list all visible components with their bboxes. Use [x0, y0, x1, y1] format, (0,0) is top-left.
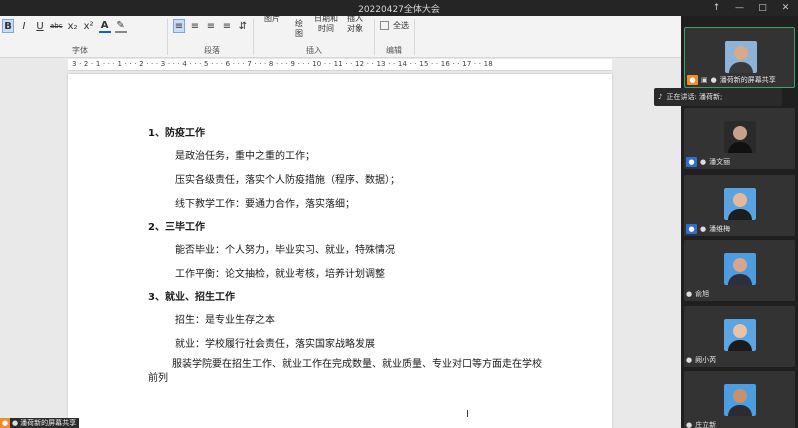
group-paragraph-label: 段落 — [204, 46, 220, 55]
avatar — [724, 253, 756, 285]
mic-icon: ● — [12, 419, 19, 427]
mic-icon: ● — [686, 290, 693, 298]
title-bar: 20220427全体大会 ↑ — □ ✕ — [0, 0, 798, 16]
align-right-icon[interactable]: ≡ — [205, 19, 217, 33]
participant-name: 庄立新 — [695, 421, 717, 428]
speaking-indicator: ♪ 正在讲话: 潘荷新; — [654, 88, 782, 106]
bold-icon[interactable]: B — [2, 19, 14, 33]
doc-line: 是政治任务，重中之重的工作； — [175, 151, 315, 162]
separator — [253, 19, 254, 55]
participant-tile[interactable]: ● 阙小芮 — [684, 306, 795, 367]
window-title: 20220427全体大会 — [358, 5, 440, 15]
separator — [414, 19, 415, 55]
participant-name: 潘文丽 — [709, 158, 731, 166]
doc-line: 工作平衡：论文抽检，就业考核，培养计划调整 — [175, 269, 385, 280]
section-heading: 1、防疫工作 — [148, 128, 205, 139]
mic-icon: ● — [700, 225, 707, 233]
maximize-button[interactable]: □ — [756, 1, 769, 14]
underline-icon[interactable]: U — [34, 19, 46, 33]
highlight-icon[interactable]: ✎ — [114, 19, 127, 33]
insert-picture-button[interactable]: 图片 — [262, 16, 282, 24]
section-heading: 3、就业、招生工作 — [148, 292, 235, 303]
doc-paragraph: 服装学院要在招生工作、就业工作在完成数量、就业质量、专业对口等方面走在学校前列 — [148, 359, 542, 384]
participant-name: 潘荷新的屏幕共享 — [719, 76, 776, 84]
meeting-window: 20220427全体大会 ↑ — □ ✕ B I U abc x₂ x² A ✎… — [0, 0, 798, 428]
pin-top-button[interactable]: ↑ — [710, 1, 723, 14]
insert-datetime-button[interactable]: 日期和时间 — [314, 16, 338, 34]
doc-line: 压实各级责任，落实个人防疫措施（程序、数据）； — [175, 175, 400, 186]
italic-icon[interactable]: I — [18, 19, 30, 33]
participant-name-bar: ● ▣ ● 潘荷新的屏幕共享 — [687, 75, 776, 85]
participant-name-bar: ● ● 潘维梅 — [686, 224, 730, 234]
window-controls: ↑ — □ ✕ — [710, 1, 792, 14]
screen-share-tag: ● ● 潘荷新的屏幕共享 — [0, 418, 80, 428]
host-badge-icon: ● — [686, 157, 697, 167]
group-font-label: 字体 — [72, 46, 88, 55]
participant-name-bar: ● ● 潘文丽 — [686, 157, 730, 167]
document-page[interactable]: 1、防疫工作 是政治任务，重中之重的工作； 压实各级责任，落实个人防疫措施（程序… — [68, 74, 612, 428]
minimize-button[interactable]: — — [733, 1, 746, 14]
participant-name-bar: ● 俞旭 — [686, 289, 709, 299]
align-center-icon[interactable]: ≡ — [189, 19, 201, 33]
text-cursor-icon: I — [466, 409, 469, 420]
participant-name-bar: ● 庄立新 — [686, 420, 716, 428]
person-icon: ● — [0, 418, 10, 428]
participant-tile[interactable]: ● 俞旭 — [684, 240, 795, 301]
avatar — [724, 121, 756, 153]
shared-screen: B I U abc x₂ x² A ✎ 字体 ≡ ≡ ≡ ≡ ⇵ 段落 图片 绘… — [0, 16, 681, 428]
speaker-icon: ♪ — [658, 93, 663, 101]
doc-line: 能否毕业：个人努力，毕业实习、就业，特殊情况 — [175, 245, 395, 256]
paragraph-tools: ≡ ≡ ≡ ≡ ⇵ — [173, 19, 249, 33]
line-spacing-icon[interactable]: ⇵ — [237, 19, 249, 33]
mic-icon: ● — [710, 76, 717, 84]
doc-line: 线下教学工作：要通力合作，落实落细； — [175, 199, 355, 210]
participant-name-bar: ● 阙小芮 — [686, 355, 716, 365]
share-tag-label: 潘荷新的屏幕共享 — [20, 419, 77, 427]
avatar — [725, 41, 757, 73]
participant-tile[interactable]: ● 庄立新 — [684, 371, 795, 428]
insert-object-button[interactable]: 插入对象 — [345, 16, 365, 34]
justify-icon[interactable]: ≡ — [221, 19, 233, 33]
screen-icon: ▣ — [701, 76, 708, 84]
participant-name: 阙小芮 — [695, 356, 717, 364]
superscript-icon[interactable]: x² — [83, 19, 95, 33]
section-heading: 2、三毕工作 — [148, 222, 205, 233]
participant-name: 俞旭 — [695, 290, 710, 298]
doc-line: 就业：学校履行社会责任，落实国家战略发展 — [175, 339, 375, 350]
participant-tile[interactable]: ● ● 潘维梅 — [684, 175, 795, 236]
subscript-icon[interactable]: x₂ — [67, 19, 79, 33]
mic-icon: ● — [700, 158, 707, 166]
doc-line: 招生：是专业生存之本 — [175, 315, 275, 326]
font-color-icon[interactable]: A — [98, 19, 111, 33]
mic-icon: ● — [686, 421, 693, 428]
mic-icon: ● — [686, 356, 693, 364]
participant-name: 潘维梅 — [709, 225, 731, 233]
avatar — [724, 188, 756, 220]
align-left-icon[interactable]: ≡ — [173, 19, 185, 33]
screen-share-icon: ● — [687, 75, 698, 85]
select-all-label: 全选 — [393, 21, 409, 30]
close-button[interactable]: ✕ — [779, 1, 792, 14]
strikethrough-icon[interactable]: abc — [50, 19, 63, 33]
group-edit-label: 编辑 — [386, 46, 402, 55]
font-tools: B I U abc x₂ x² A ✎ — [2, 19, 127, 33]
speaking-text: 正在讲话: 潘荷新; — [666, 93, 723, 101]
separator — [167, 19, 168, 55]
ruler-scale: 3 · 2 · 1 · · · 1 · · · 2 · · · 3 · · · … — [72, 60, 493, 68]
word-ribbon: B I U abc x₂ x² A ✎ 字体 ≡ ≡ ≡ ≡ ⇵ 段落 图片 绘… — [0, 16, 681, 58]
separator — [374, 19, 375, 55]
participants-panel: ● ▣ ● 潘荷新的屏幕共享 ♪ 正在讲话: 潘荷新; ● ● 潘文丽 ● ● … — [654, 16, 798, 428]
insert-drawing-button[interactable]: 绘图 — [292, 19, 306, 39]
avatar — [724, 319, 756, 351]
select-all-button[interactable]: 全选 — [380, 20, 409, 31]
select-all-icon — [380, 21, 389, 30]
host-badge-icon: ● — [686, 224, 697, 234]
participant-tile[interactable]: ● ▣ ● 潘荷新的屏幕共享 — [684, 27, 795, 88]
avatar — [724, 384, 756, 416]
ruler[interactable]: 3 · 2 · 1 · · · 1 · · · 2 · · · 3 · · · … — [68, 59, 612, 71]
group-insert-label: 插入 — [306, 46, 322, 55]
participant-tile[interactable]: ● ● 潘文丽 — [684, 108, 795, 169]
